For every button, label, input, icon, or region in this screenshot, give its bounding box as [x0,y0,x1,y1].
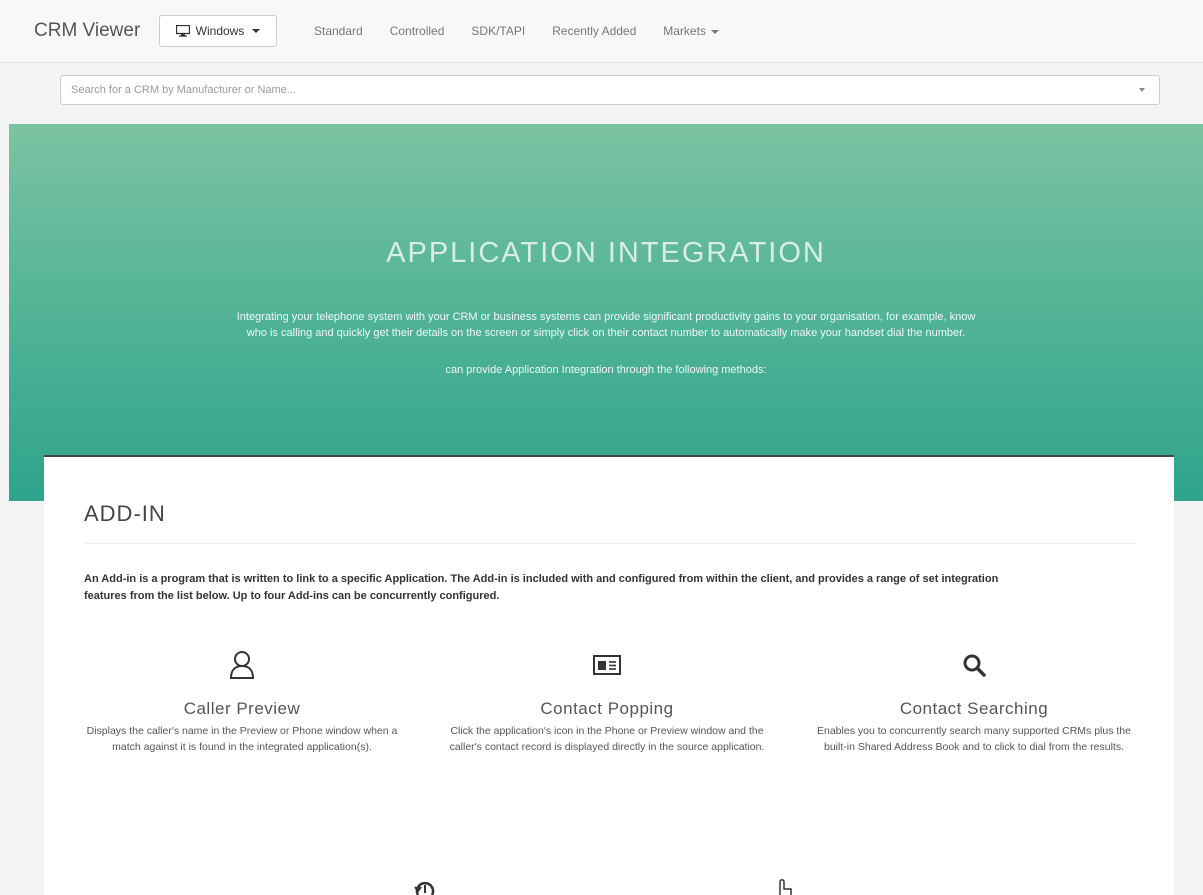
feature-caller-preview: Caller Preview Displays the caller's nam… [82,645,402,755]
hero-banner: APPLICATION INTEGRATION Integrating your… [9,124,1203,501]
top-navbar: CRM Viewer Windows Standard Controlled S… [0,0,1203,63]
user-icon [229,651,255,679]
feature-contact-searching: Contact Searching Enables you to concurr… [814,645,1134,755]
os-dropdown-label: Windows [195,24,245,38]
hero-title: APPLICATION INTEGRATION [386,237,826,269]
monitor-icon [175,25,190,37]
feature-description: Click the application's icon in the Phon… [449,725,765,753]
nav-link-controlled[interactable]: Controlled [390,24,445,38]
search-icon [963,654,986,677]
feature-description: Displays the caller's name in the Previe… [86,725,398,753]
hero-description: Integrating your telephone system with y… [236,311,976,339]
chevron-down-icon[interactable] [1139,88,1145,92]
nav-link-sdk-tapi[interactable]: SDK/TAPI [471,24,525,38]
nav-link-markets-label: Markets [663,24,706,38]
os-dropdown-button[interactable]: Windows [159,15,277,47]
feature-description: Enables you to concurrently search many … [817,725,1131,753]
chevron-down-icon [252,29,261,33]
crm-search-select[interactable] [60,75,1160,105]
crm-search-input[interactable] [61,76,1141,104]
divider [84,543,1136,544]
nav-link-markets[interactable]: Markets [663,24,720,38]
brand-link[interactable]: CRM Viewer [34,20,140,42]
feature-title: Contact Popping [540,699,674,718]
nav-link-recently-added[interactable]: Recently Added [552,24,636,38]
contact-card-icon [593,655,621,675]
nav-links: Standard Controlled SDK/TAPI Recently Ad… [314,24,746,38]
feature-title: Caller Preview [183,699,301,718]
section-description: An Add-in is a program that is written t… [84,573,999,602]
chevron-down-icon [711,29,720,34]
feature-title: Contact Searching [899,699,1049,718]
section-title: ADD-IN [84,501,166,526]
addin-panel: ADD-IN An Add-in is a program that is wr… [44,455,1174,895]
nav-link-standard[interactable]: Standard [314,24,363,38]
hero-subtitle: can provide Application Integration thro… [445,364,767,376]
feature-contact-popping: Contact Popping Click the application's … [447,645,767,755]
